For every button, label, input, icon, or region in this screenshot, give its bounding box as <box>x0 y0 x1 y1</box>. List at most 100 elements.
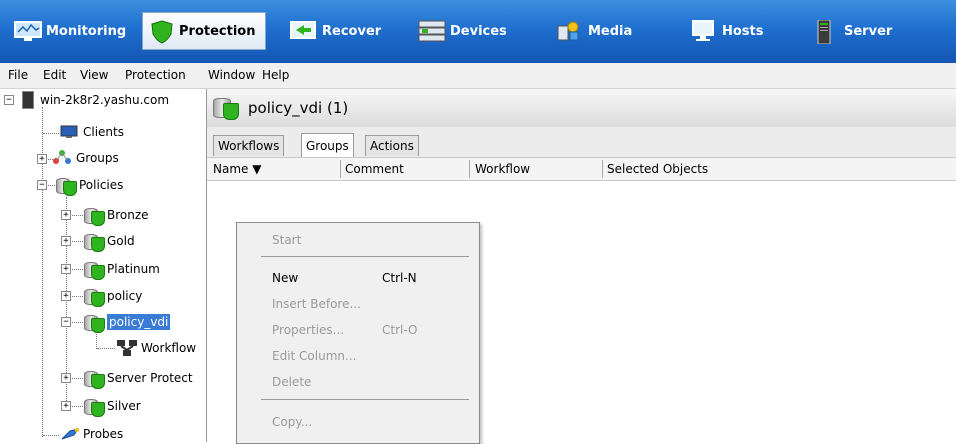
tree-label: Policies <box>79 178 124 192</box>
tree-line <box>97 348 115 349</box>
policy-database-icon <box>213 97 239 120</box>
module-hosts[interactable]: Hosts <box>690 12 764 50</box>
module-label: Media <box>588 23 633 39</box>
tree-label: Server Protect <box>107 371 193 385</box>
menu-item-edit-column[interactable]: Edit Column... <box>272 349 356 363</box>
tree-label-selected: policy_vdi <box>107 314 171 330</box>
tree-node-policy-platinum[interactable]: Platinum <box>84 258 160 280</box>
module-bar: Monitoring Protection Recover Devices Me… <box>0 0 956 63</box>
tree-node-workflow[interactable]: Workflow <box>116 337 196 359</box>
tree-node-groups[interactable]: Groups <box>52 147 119 169</box>
collapse-toggle[interactable]: − <box>37 180 47 190</box>
column-header-selected-objects[interactable]: Selected Objects <box>607 162 708 176</box>
devices-icon <box>418 20 446 42</box>
probe-icon <box>60 427 80 441</box>
tree-node-policy-vdi[interactable]: policy_vdi <box>84 311 171 333</box>
policy-database-icon <box>84 314 105 333</box>
column-header-workflow[interactable]: Workflow <box>475 162 530 176</box>
expand-toggle[interactable]: + <box>61 291 71 301</box>
module-label: Monitoring <box>46 23 127 39</box>
tree-node-policy[interactable]: policy <box>84 285 142 307</box>
module-label: Hosts <box>722 23 764 39</box>
tree-node-policy-server-protect[interactable]: Server Protect <box>84 367 193 389</box>
expand-toggle[interactable]: + <box>61 373 71 383</box>
page-title: policy_vdi (1) <box>248 99 349 117</box>
workflow-icon <box>116 339 138 357</box>
expand-toggle[interactable]: + <box>37 154 47 164</box>
expand-toggle[interactable]: + <box>61 210 71 220</box>
policy-database-icon <box>84 398 105 417</box>
tree-node-policies[interactable]: Policies <box>56 174 123 196</box>
shortcut-properties: Ctrl-O <box>382 323 418 337</box>
tree-line <box>43 133 59 134</box>
menu-item-properties[interactable]: Properties... <box>272 323 344 337</box>
expand-toggle[interactable]: + <box>61 264 71 274</box>
recover-icon <box>290 20 318 42</box>
tree-node-policy-gold[interactable]: Gold <box>84 230 135 252</box>
expand-toggle[interactable]: + <box>61 236 71 246</box>
column-divider[interactable] <box>602 160 603 178</box>
menu-item-new[interactable]: New <box>272 271 298 285</box>
shield-icon <box>151 20 175 44</box>
menu-item-copy[interactable]: Copy... <box>272 415 312 429</box>
collapse-toggle[interactable]: − <box>4 95 14 105</box>
tab-label: Actions <box>370 139 414 153</box>
menu-help[interactable]: Help <box>262 68 289 82</box>
menu-item-insert-before[interactable]: Insert Before... <box>272 297 361 311</box>
menu-bar: File Edit View Protection Window Help <box>0 63 956 89</box>
menu-view[interactable]: View <box>80 68 108 82</box>
tree-node-probes[interactable]: Probes <box>60 423 123 442</box>
module-recover[interactable]: Recover <box>290 12 381 50</box>
tree-node-root[interactable]: − win-2k8r2.yashu.com <box>4 89 169 111</box>
tree-label: Bronze <box>107 208 149 222</box>
collapse-toggle[interactable]: − <box>61 317 71 327</box>
tree-label: Probes <box>83 427 124 441</box>
media-icon <box>556 20 584 42</box>
menu-separator <box>261 256 469 257</box>
tree-node-policy-silver[interactable]: Silver <box>84 395 141 417</box>
menu-file[interactable]: File <box>8 68 28 82</box>
module-monitoring[interactable]: Monitoring <box>14 12 126 50</box>
tab-strip: Workflows Groups Actions <box>207 127 956 158</box>
module-protection[interactable]: Protection <box>142 12 266 50</box>
column-header-name[interactable]: Name ▼ <box>213 162 261 176</box>
tree-node-policy-bronze[interactable]: Bronze <box>84 204 149 226</box>
tab-actions[interactable]: Actions <box>365 135 419 156</box>
tree-line <box>43 435 59 436</box>
module-label: Protection <box>179 23 256 39</box>
menu-protection[interactable]: Protection <box>125 68 186 82</box>
context-menu: Start New Ctrl-N Insert Before... Proper… <box>236 222 480 444</box>
tree-label: Workflow <box>141 341 197 355</box>
tree-label: Platinum <box>107 262 160 276</box>
policy-database-icon <box>56 177 77 196</box>
server-icon <box>22 91 34 109</box>
tab-workflows[interactable]: Workflows <box>213 135 285 156</box>
server-icon <box>812 19 840 45</box>
column-divider[interactable] <box>469 160 470 178</box>
menu-item-delete[interactable]: Delete <box>272 375 311 389</box>
panel-title-bar: policy_vdi (1) <box>207 89 956 128</box>
column-divider[interactable] <box>340 160 341 178</box>
column-header-comment[interactable]: Comment <box>345 162 404 176</box>
menu-window[interactable]: Window <box>208 68 255 82</box>
module-media[interactable]: Media <box>556 12 632 50</box>
shortcut-new: Ctrl-N <box>382 271 417 285</box>
tree-label: Gold <box>107 234 135 248</box>
menu-edit[interactable]: Edit <box>43 68 66 82</box>
tree-label: win-2k8r2.yashu.com <box>40 93 170 107</box>
menu-separator <box>261 399 469 400</box>
policy-database-icon <box>84 261 105 280</box>
module-devices[interactable]: Devices <box>418 12 507 50</box>
hosts-icon <box>690 20 718 42</box>
tree-node-clients[interactable]: Clients <box>60 121 124 143</box>
tab-groups[interactable]: Groups <box>301 133 354 158</box>
tab-label: Groups <box>306 139 349 153</box>
expand-toggle[interactable]: + <box>61 401 71 411</box>
tree-label: Silver <box>107 399 141 413</box>
tab-label: Workflows <box>218 139 280 153</box>
module-label: Recover <box>322 23 382 39</box>
menu-item-start[interactable]: Start <box>272 233 301 247</box>
policy-database-icon <box>84 370 105 389</box>
tree-label: policy <box>107 289 143 303</box>
module-server[interactable]: Server <box>812 12 892 50</box>
